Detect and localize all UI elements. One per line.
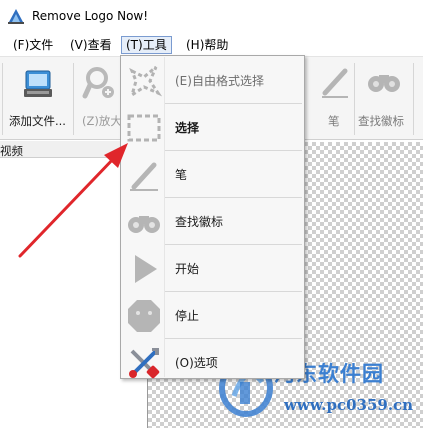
find-logo-icon xyxy=(128,216,160,233)
video-panel-title: 视频 xyxy=(0,144,23,158)
binoculars-icon xyxy=(368,75,400,92)
add-file-button[interactable]: 添加文件... xyxy=(8,61,70,137)
menu-item-freeform-select[interactable]: (E)自由格式选择 xyxy=(122,57,303,103)
menu-view[interactable]: (V)查看 xyxy=(66,36,116,54)
stop-icon xyxy=(128,300,160,332)
menu-label-stop: 停止 xyxy=(175,309,200,323)
zoom-label: (Z)放大 xyxy=(82,114,122,128)
video-panel-header: 视频 xyxy=(0,141,124,158)
menu-label-find-logo: 查找徽标 xyxy=(175,215,224,229)
menu-file[interactable]: (F)文件 xyxy=(9,36,57,54)
toolbar-separator xyxy=(2,63,3,135)
add-file-icon xyxy=(24,70,52,97)
menu-item-options[interactable]: (O)选项 xyxy=(122,339,303,385)
pen-label: 笔 xyxy=(328,114,340,128)
menu-label-select: 选择 xyxy=(175,121,200,135)
pen-icon xyxy=(322,68,348,98)
app-window: Remove Logo Now! (F)文件 (V)查看 (T)工具 (H)帮助… xyxy=(0,0,423,428)
pen-button[interactable]: 笔 xyxy=(318,61,352,137)
menu-item-find-logo[interactable]: 查找徽标 xyxy=(122,198,303,244)
menu-label-start: 开始 xyxy=(175,262,200,276)
menu-tools[interactable]: (T)工具 xyxy=(121,36,172,54)
find-logo-button[interactable]: 查找徽标 xyxy=(357,61,411,137)
title-bar: Remove Logo Now! xyxy=(0,0,423,32)
pen-icon xyxy=(130,162,158,191)
tools-dropdown-menu: (E)自由格式选择 选择 笔 查找徽标 开始 停止 (O)选项 xyxy=(120,55,305,379)
menu-bar: (F)文件 (V)查看 (T)工具 (H)帮助 xyxy=(0,33,423,55)
menu-item-stop[interactable]: 停止 xyxy=(122,292,303,338)
magnifier-icon xyxy=(82,67,114,99)
app-logo-icon xyxy=(8,9,24,24)
toolbar-separator xyxy=(73,63,74,135)
play-icon xyxy=(135,255,157,283)
rect-select-icon xyxy=(127,114,161,142)
window-title: Remove Logo Now! xyxy=(32,9,149,23)
toolbar-separator xyxy=(413,63,414,135)
menu-item-select[interactable]: 选择 xyxy=(122,104,303,150)
add-file-label: 添加文件... xyxy=(9,114,66,128)
freeform-select-icon xyxy=(129,65,162,99)
options-tools-icon xyxy=(129,348,160,379)
find-logo-label: 查找徽标 xyxy=(358,114,404,128)
menu-item-start[interactable]: 开始 xyxy=(122,245,303,291)
zoom-button[interactable]: (Z)放大 xyxy=(78,61,122,137)
menu-label-options: (O)选项 xyxy=(175,356,218,370)
menu-item-pen[interactable]: 笔 xyxy=(122,151,303,197)
menu-label-freeform-select: (E)自由格式选择 xyxy=(175,74,264,88)
menu-help[interactable]: (H)帮助 xyxy=(182,36,232,54)
watermark-url: www.pc0359.cn xyxy=(284,396,414,414)
toolbar-separator xyxy=(354,63,355,135)
menu-label-pen: 笔 xyxy=(175,168,188,182)
